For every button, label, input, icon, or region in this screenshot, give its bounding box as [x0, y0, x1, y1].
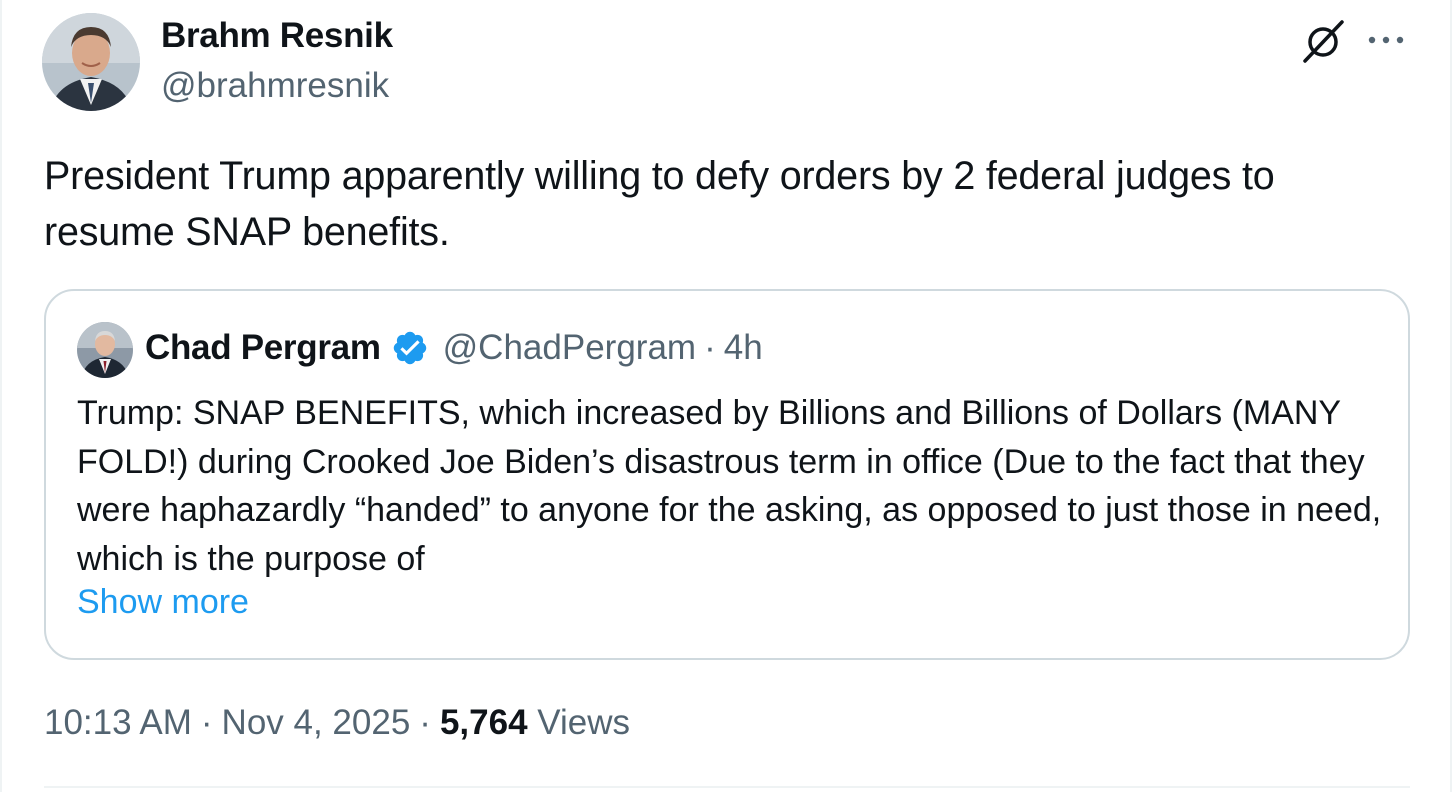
grok-icon[interactable] — [1299, 17, 1347, 65]
quoted-header: Chad Pergram @ChadPergram · 4h — [145, 328, 763, 368]
meta-separator: · — [200, 703, 213, 742]
tweet-container: Brahm Resnik @brahmresnik President Trum… — [0, 0, 1452, 792]
quoted-author-avatar[interactable] — [77, 322, 133, 378]
show-more-link[interactable]: Show more — [77, 583, 249, 622]
meta-separator: · — [419, 703, 431, 742]
quoted-tweet-text: Trump: SNAP BENEFITS, which increased by… — [77, 394, 1382, 578]
quoted-timestamp[interactable]: 4h — [724, 328, 763, 368]
author-avatar-image — [42, 13, 140, 111]
author-avatar[interactable] — [42, 13, 140, 111]
tweet-text: President Trump apparently willing to de… — [44, 154, 1275, 254]
divider — [44, 786, 1410, 788]
tweet-date[interactable]: Nov 4, 2025 — [222, 703, 411, 742]
tweet-time[interactable]: 10:13 AM — [44, 703, 192, 742]
quoted-tweet-card[interactable]: Chad Pergram @ChadPergram · 4h Trump: SN… — [44, 289, 1410, 660]
author-name[interactable]: Brahm Resnik — [161, 16, 393, 56]
quoted-author-name[interactable]: Chad Pergram — [145, 328, 381, 368]
author-handle[interactable]: @brahmresnik — [161, 66, 389, 106]
verified-badge-icon — [391, 329, 429, 367]
views-label: Views — [537, 703, 631, 742]
quoted-separator: · — [704, 328, 716, 367]
views-count: 5,764 — [439, 703, 528, 742]
quoted-author-handle[interactable]: @ChadPergram — [443, 328, 696, 368]
quoted-avatar-image — [77, 322, 133, 378]
tweet-meta: 10:13 AM · Nov 4, 2025 · 5,764 Views — [44, 703, 630, 743]
more-dots-icon[interactable] — [1364, 26, 1408, 54]
